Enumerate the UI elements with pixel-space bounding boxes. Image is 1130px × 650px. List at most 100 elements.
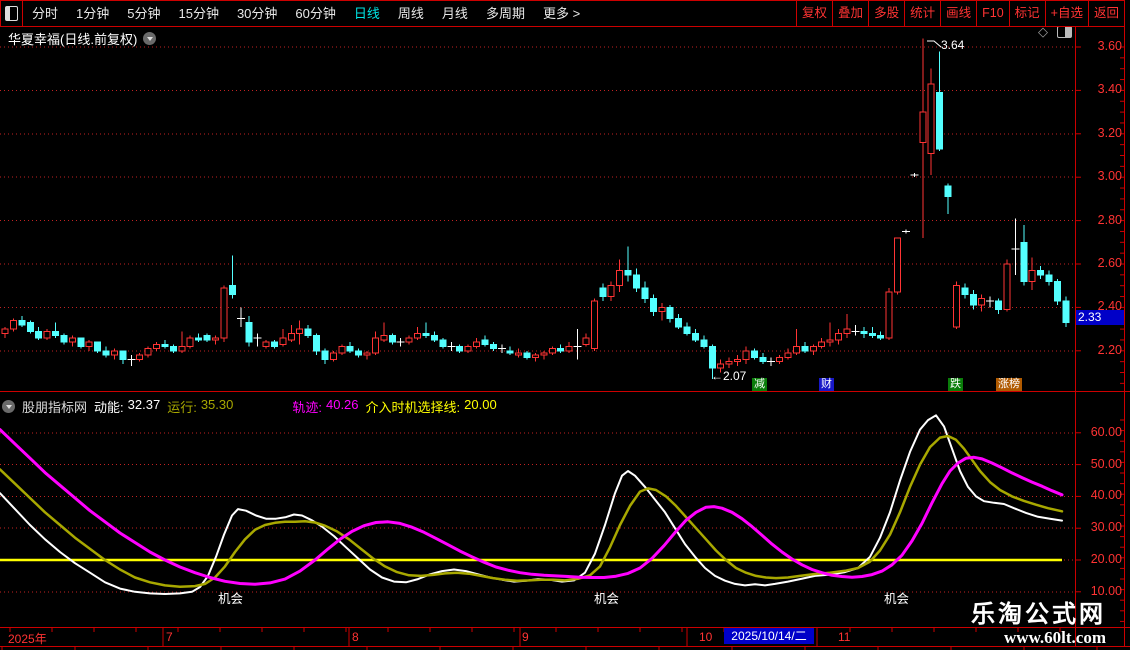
- candle-body: [103, 351, 109, 355]
- event-badge[interactable]: 跌: [948, 378, 963, 391]
- tool-button[interactable]: 多股: [868, 1, 904, 26]
- period-tab[interactable]: 多周期: [477, 1, 534, 26]
- candle-body: [642, 288, 648, 299]
- window-icon[interactable]: [1057, 26, 1072, 38]
- tool-button[interactable]: 返回: [1088, 1, 1124, 26]
- candle-body: [869, 333, 875, 335]
- last-price-badge: 2.33: [1076, 310, 1124, 325]
- candle-body: [111, 351, 117, 355]
- candle-body: [532, 355, 538, 357]
- candle-body: [305, 329, 311, 336]
- indicator-field-value: 40.26: [326, 397, 359, 416]
- indicator-field-label: 动能:: [94, 397, 124, 416]
- candle-body: [440, 340, 446, 347]
- event-badge[interactable]: 减: [752, 378, 767, 391]
- candle-body: [457, 346, 463, 350]
- candle-body: [288, 333, 294, 340]
- period-tab[interactable]: 日线: [345, 1, 389, 26]
- date-axis-label: 8: [352, 630, 359, 644]
- candle-body: [945, 186, 951, 197]
- tool-button[interactable]: 画线: [940, 1, 976, 26]
- candle-body: [271, 342, 277, 346]
- candle-body: [608, 286, 614, 297]
- event-badge[interactable]: 涨榜: [996, 378, 1022, 391]
- candle-body: [280, 338, 286, 345]
- date-axis-label: 9: [522, 630, 529, 644]
- candle-body: [718, 364, 724, 368]
- candle-body: [634, 275, 640, 288]
- indicator-field-label: 运行:: [167, 397, 197, 416]
- candle-body: [86, 342, 92, 346]
- indicator-axis-label: 60.00: [1078, 425, 1122, 439]
- candle-body: [187, 338, 193, 347]
- candle-body: [162, 344, 168, 346]
- watermark-url: www.60lt.com: [971, 628, 1106, 647]
- indicator-axis-label: 40.00: [1078, 488, 1122, 502]
- period-tab[interactable]: 更多 >: [534, 1, 589, 26]
- tool-button[interactable]: 复权: [796, 1, 832, 26]
- period-tab[interactable]: 30分钟: [228, 1, 286, 26]
- event-badge[interactable]: 财: [819, 378, 834, 391]
- tool-button[interactable]: 叠加: [832, 1, 868, 26]
- candle-body: [431, 336, 437, 340]
- candle-body: [617, 271, 623, 286]
- candle-body: [36, 331, 42, 338]
- candle-body: [61, 336, 67, 343]
- price-axis-label: 2.80: [1078, 213, 1122, 227]
- period-tab[interactable]: 5分钟: [118, 1, 169, 26]
- indicator-field-label: 介入时机选择线:: [366, 397, 461, 416]
- candle-body: [322, 351, 328, 360]
- candle-body: [861, 331, 867, 333]
- candle-body: [524, 353, 530, 357]
- indicator-curve-运行: [0, 436, 1062, 587]
- candle-body: [836, 333, 842, 340]
- candle-body: [170, 346, 176, 350]
- period-tab[interactable]: 1分钟: [67, 1, 118, 26]
- candle-body: [154, 344, 160, 348]
- tool-button[interactable]: F10: [976, 1, 1009, 26]
- candle-body: [95, 342, 101, 351]
- candle-body: [482, 340, 488, 344]
- candle-body: [507, 351, 513, 353]
- candle-body: [204, 336, 210, 340]
- candle-body: [213, 338, 219, 340]
- period-tab[interactable]: 周线: [389, 1, 433, 26]
- candle-body: [2, 329, 8, 333]
- tool-button[interactable]: 统计: [904, 1, 940, 26]
- indicator-chevron-icon[interactable]: [2, 400, 15, 413]
- tool-button[interactable]: +自选: [1045, 1, 1088, 26]
- candle-body: [1046, 275, 1052, 282]
- candle-body: [920, 112, 926, 142]
- period-tab[interactable]: 15分钟: [169, 1, 227, 26]
- period-tab[interactable]: 60分钟: [286, 1, 344, 26]
- indicator-axis-label: 20.00: [1078, 552, 1122, 566]
- candle-body: [979, 299, 985, 306]
- chevron-down-icon[interactable]: [143, 32, 156, 45]
- candle-body: [701, 340, 707, 347]
- candle-body: [78, 338, 84, 347]
- price-axis-label: 3.40: [1078, 82, 1122, 96]
- candle-body: [1004, 264, 1010, 310]
- indicator-field-label: 轨迹:: [292, 397, 322, 416]
- candle-body: [583, 338, 589, 345]
- layout-toggle-button[interactable]: [1, 1, 23, 26]
- candle-body: [474, 342, 480, 346]
- candle-body: [415, 333, 421, 337]
- period-tab[interactable]: 分时: [23, 1, 67, 26]
- tool-button[interactable]: 标记: [1009, 1, 1045, 26]
- candle-body: [810, 346, 816, 350]
- indicator-field-value: 32.37: [128, 397, 161, 416]
- price-axis-label: 2.60: [1078, 256, 1122, 270]
- chart-canvas[interactable]: [0, 0, 1130, 650]
- candle-body: [558, 349, 564, 351]
- candle-body: [364, 353, 370, 355]
- indicator-axis-label: 30.00: [1078, 520, 1122, 534]
- date-axis-label: 11: [838, 630, 850, 644]
- price-axis-label: 2.20: [1078, 343, 1122, 357]
- period-menu: 分时1分钟5分钟15分钟30分钟60分钟日线周线月线多周期更多 >: [23, 1, 589, 26]
- period-tab[interactable]: 月线: [433, 1, 477, 26]
- candle-body: [726, 362, 732, 364]
- candle-body: [516, 353, 522, 355]
- candle-body: [785, 353, 791, 357]
- candle-body: [591, 301, 597, 349]
